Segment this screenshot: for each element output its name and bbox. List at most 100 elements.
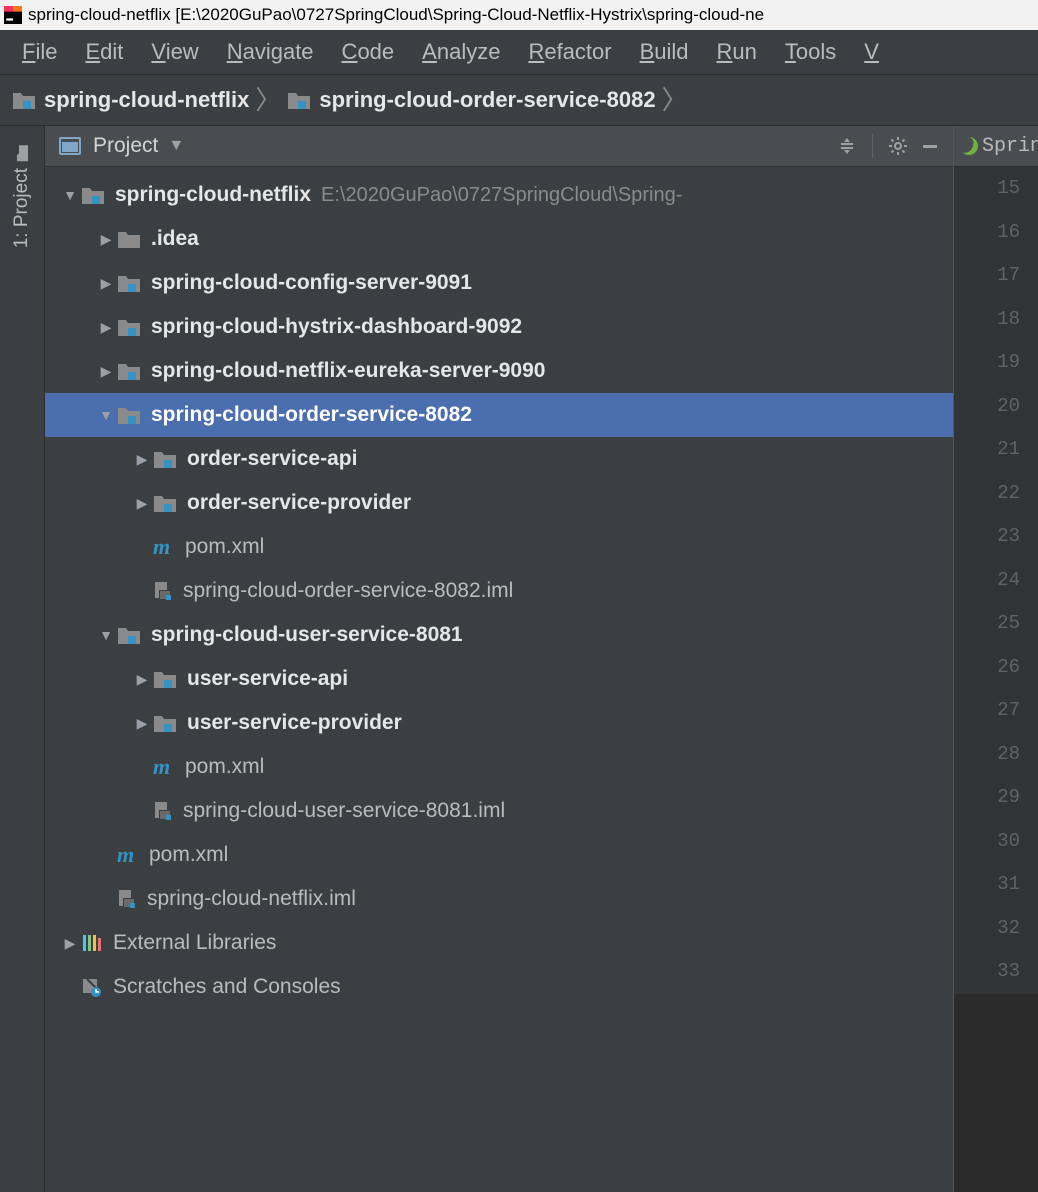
project-tool-tab-label: 1: Project [11, 168, 33, 248]
tree-node[interactable]: ▶ .idea [45, 217, 953, 261]
chevron-right-icon[interactable]: ▶ [59, 935, 81, 952]
tree-node[interactable]: ▶ spring-cloud-config-server-9091 [45, 261, 953, 305]
chevron-down-icon[interactable]: ▼ [95, 407, 117, 423]
tree-node[interactable]: ▶ user-service-api [45, 657, 953, 701]
iml-icon [117, 889, 137, 909]
tree-node[interactable]: m pom.xml [45, 745, 953, 789]
line-number-gutter: 15161718192021222324252627282930313233 [954, 167, 1038, 994]
tree-node[interactable]: ▼ spring-cloud-netflixE:\2020GuPao\0727S… [45, 173, 953, 217]
line-number: 29 [954, 776, 1020, 820]
spring-leaf-icon [960, 137, 978, 155]
module-icon [117, 361, 141, 381]
module-icon [153, 493, 177, 513]
menu-item-refactor[interactable]: Refactor [514, 39, 625, 65]
tree-node-label: user-service-api [187, 667, 348, 691]
project-panel-title: Project [93, 134, 158, 158]
menu-item-analyze[interactable]: Analyze [408, 39, 514, 65]
line-number: 28 [954, 733, 1020, 777]
gear-icon[interactable] [887, 135, 909, 157]
minimize-icon[interactable] [919, 135, 941, 157]
iml-icon [153, 801, 173, 821]
pom-icon: m [117, 844, 139, 866]
menu-item-view[interactable]: View [137, 39, 212, 65]
chevron-right-icon[interactable]: ▶ [131, 451, 153, 468]
libraries-icon [81, 933, 103, 953]
tree-node[interactable]: ▶ user-service-provider [45, 701, 953, 745]
editor-tab[interactable]: Sprin [954, 126, 1038, 167]
menu-item-v[interactable]: V [850, 39, 893, 65]
tree-node-label: order-service-api [187, 447, 357, 471]
tree-node[interactable]: ▶ order-service-api [45, 437, 953, 481]
svg-text:m: m [153, 536, 170, 558]
project-tool-tab[interactable]: 1: Project [11, 146, 33, 248]
line-number: 20 [954, 385, 1020, 429]
line-number: 18 [954, 298, 1020, 342]
tree-node[interactable]: m pom.xml [45, 525, 953, 569]
module-icon [153, 713, 177, 733]
project-view-icon [57, 135, 83, 157]
chevron-right-icon[interactable]: ▶ [131, 495, 153, 512]
tree-node-label: spring-cloud-user-service-8081 [151, 623, 463, 647]
chevron-down-icon[interactable]: ▼ [168, 137, 184, 155]
editor-tab-label: Sprin [982, 135, 1038, 158]
breadcrumb-item[interactable]: spring-cloud-order-service-8082 [287, 87, 655, 113]
menu-item-run[interactable]: Run [703, 39, 771, 65]
line-number: 17 [954, 254, 1020, 298]
scroll-sync-icon[interactable] [836, 135, 858, 157]
tree-node[interactable]: ▼ spring-cloud-order-service-8082 [45, 393, 953, 437]
menu-item-edit[interactable]: Edit [71, 39, 137, 65]
tree-node[interactable]: spring-cloud-netflix.iml [45, 877, 953, 921]
chevron-right-icon[interactable]: ▶ [95, 319, 117, 336]
editor-area: Sprin 1516171819202122232425262728293031… [954, 126, 1038, 1192]
window-title-bar: spring-cloud-netflix [E:\2020GuPao\0727S… [0, 0, 1038, 30]
line-number: 19 [954, 341, 1020, 385]
chevron-right-icon[interactable]: ▶ [95, 363, 117, 380]
tree-node-label: Scratches and Consoles [113, 975, 341, 999]
tree-node-label: spring-cloud-netflix-eureka-server-9090 [151, 359, 545, 383]
breadcrumb-label: spring-cloud-netflix [44, 87, 249, 113]
line-number: 25 [954, 602, 1020, 646]
window-title-text: spring-cloud-netflix [E:\2020GuPao\0727S… [28, 5, 764, 25]
tool-window-stripe-left: 1: Project [0, 126, 45, 1192]
line-number: 16 [954, 211, 1020, 255]
chevron-down-icon[interactable]: ▼ [95, 627, 117, 643]
iml-icon [153, 581, 173, 601]
tree-node[interactable]: Scratches and Consoles [45, 965, 953, 1009]
tree-node-label: user-service-provider [187, 711, 402, 735]
module-icon [117, 625, 141, 645]
module-icon [153, 669, 177, 689]
menu-item-code[interactable]: Code [328, 39, 409, 65]
tree-node-label: spring-cloud-order-service-8082.iml [183, 579, 513, 603]
tree-node[interactable]: m pom.xml [45, 833, 953, 877]
tree-node[interactable]: ▶ spring-cloud-hystrix-dashboard-9092 [45, 305, 953, 349]
tree-node[interactable]: ▼ spring-cloud-user-service-8081 [45, 613, 953, 657]
project-tree[interactable]: ▼ spring-cloud-netflixE:\2020GuPao\0727S… [45, 167, 953, 1192]
breadcrumb-label: spring-cloud-order-service-8082 [319, 87, 655, 113]
tree-node-label: spring-cloud-config-server-9091 [151, 271, 472, 295]
chevron-right-icon[interactable]: ▶ [95, 231, 117, 248]
line-number: 23 [954, 515, 1020, 559]
menu-item-tools[interactable]: Tools [771, 39, 850, 65]
menu-item-build[interactable]: Build [626, 39, 703, 65]
menu-item-file[interactable]: File [8, 39, 71, 65]
tree-node[interactable]: ▶ order-service-provider [45, 481, 953, 525]
menu-item-navigate[interactable]: Navigate [213, 39, 328, 65]
line-number: 33 [954, 950, 1020, 994]
scratches-icon [81, 977, 103, 997]
line-number: 22 [954, 472, 1020, 516]
chevron-right-icon[interactable]: ▶ [131, 715, 153, 732]
tree-node[interactable]: spring-cloud-user-service-8081.iml [45, 789, 953, 833]
navigation-breadcrumb: spring-cloud-netflix〉 spring-cloud-order… [0, 75, 1038, 126]
line-number: 30 [954, 820, 1020, 864]
tree-node-label: spring-cloud-hystrix-dashboard-9092 [151, 315, 522, 339]
line-number: 15 [954, 167, 1020, 211]
tree-node[interactable]: ▶ External Libraries [45, 921, 953, 965]
tree-node[interactable]: ▶ spring-cloud-netflix-eureka-server-909… [45, 349, 953, 393]
chevron-down-icon[interactable]: ▼ [59, 187, 81, 203]
tree-node[interactable]: spring-cloud-order-service-8082.iml [45, 569, 953, 613]
tree-node-label: spring-cloud-user-service-8081.iml [183, 799, 505, 823]
chevron-right-icon[interactable]: ▶ [131, 671, 153, 688]
chevron-right-icon[interactable]: ▶ [95, 275, 117, 292]
breadcrumb-item[interactable]: spring-cloud-netflix [12, 87, 249, 113]
folder-icon [117, 229, 141, 249]
